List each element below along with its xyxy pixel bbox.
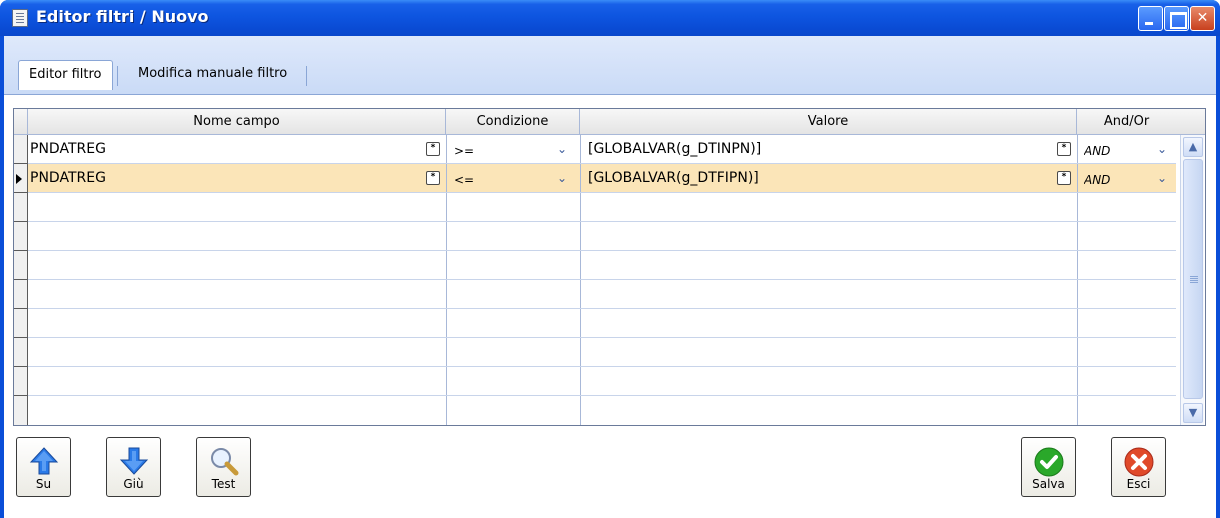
- esci-label: Esci: [1126, 477, 1151, 491]
- tab-editor-filtro[interactable]: Editor filtro: [18, 60, 113, 90]
- row-selector-header: [14, 109, 28, 135]
- column-header-nome-campo[interactable]: Nome campo: [28, 109, 446, 135]
- arrow-down-icon: [119, 447, 148, 475]
- row-divider: [28, 337, 1176, 338]
- row-divider: [28, 192, 1176, 193]
- chevron-down-icon[interactable]: ⌄: [554, 139, 570, 159]
- test-label: Test: [211, 477, 236, 491]
- column-header-valore[interactable]: Valore: [580, 109, 1077, 135]
- tab-separator: [117, 66, 118, 86]
- cell-value-row-1[interactable]: [GLOBALVAR(g_DTINPN)]: [588, 135, 1048, 163]
- row-selector-divider: [14, 366, 28, 367]
- cell-field-row-2[interactable]: PNDATREG: [30, 164, 420, 192]
- tab-modifica-manuale[interactable]: Modifica manuale filtro: [128, 60, 297, 90]
- magnifier-icon: [210, 448, 238, 476]
- row-divider: [28, 221, 1176, 222]
- row-selector-divider: [14, 395, 28, 396]
- chevron-down-icon[interactable]: ⌄: [1154, 168, 1170, 188]
- maximize-button[interactable]: [1164, 6, 1189, 31]
- scroll-up-button[interactable]: ▲: [1183, 137, 1203, 157]
- su-button[interactable]: Su: [16, 437, 71, 497]
- close-button[interactable]: ✕: [1190, 6, 1215, 31]
- window-title: Editor filtri / Nuovo: [36, 7, 209, 26]
- row-selector-divider: [14, 163, 28, 164]
- vertical-scrollbar[interactable]: ▲ ▼: [1180, 135, 1204, 425]
- giu-button[interactable]: Giù: [106, 437, 161, 497]
- chevron-down-icon[interactable]: ⌄: [1154, 139, 1170, 159]
- column-header-and-or[interactable]: And/Or: [1077, 109, 1176, 135]
- chevron-down-icon[interactable]: ⌄: [554, 168, 570, 188]
- cell-andor-row-1[interactable]: AND: [1084, 137, 1134, 165]
- close-icon: [1124, 447, 1153, 477]
- arrow-up-icon: [29, 447, 58, 475]
- row-divider: [28, 308, 1176, 309]
- ellipsis-icon[interactable]: *: [426, 171, 440, 185]
- salva-button[interactable]: Salva: [1021, 437, 1076, 497]
- title-bar[interactable]: Editor filtri / Nuovo ✕: [0, 0, 1220, 36]
- cell-field-row-1[interactable]: PNDATREG: [30, 135, 420, 163]
- row-selector-divider: [14, 279, 28, 280]
- ellipsis-icon[interactable]: *: [1057, 171, 1071, 185]
- ellipsis-icon[interactable]: *: [426, 142, 440, 156]
- client-area: Editor filtro Modifica manuale filtro No…: [4, 36, 1216, 518]
- cell-andor-row-2[interactable]: AND: [1084, 166, 1134, 194]
- cell-value-row-2[interactable]: [GLOBALVAR(g_DTFIPN)]: [588, 164, 1048, 192]
- grip-icon: [1190, 276, 1198, 277]
- minimize-button[interactable]: [1138, 6, 1163, 31]
- row-divider: [28, 395, 1176, 396]
- cell-condition-row-1[interactable]: >=: [454, 137, 550, 165]
- column-divider: [580, 135, 581, 425]
- scroll-down-button[interactable]: ▼: [1183, 403, 1203, 423]
- column-divider: [446, 135, 447, 425]
- row-selector-divider: [14, 221, 28, 222]
- su-label: Su: [35, 477, 52, 491]
- row-divider: [28, 366, 1176, 367]
- scroll-header-corner: [1176, 109, 1205, 135]
- cell-condition-row-2[interactable]: <=: [454, 166, 550, 194]
- giu-label: Giù: [123, 477, 144, 491]
- salva-label: Salva: [1032, 477, 1065, 491]
- row-divider: [28, 279, 1176, 280]
- column-divider: [1077, 135, 1078, 425]
- column-header-condizione[interactable]: Condizione: [446, 109, 580, 135]
- esci-button[interactable]: Esci: [1111, 437, 1166, 497]
- current-row-indicator-icon: [16, 174, 22, 184]
- tab-separator: [306, 66, 307, 86]
- row-divider: [28, 250, 1176, 251]
- filter-grid: Nome campo Condizione Valore And/Or PNDA…: [13, 108, 1206, 426]
- tab-strip: Editor filtro Modifica manuale filtro: [4, 36, 1216, 96]
- scroll-thumb[interactable]: [1183, 159, 1203, 399]
- test-button[interactable]: Test: [196, 437, 251, 497]
- window-document-icon: [12, 9, 28, 27]
- filter-editor-window: Editor filtri / Nuovo ✕ Editor filtro Mo…: [0, 0, 1220, 518]
- row-selector-divider: [14, 337, 28, 338]
- row-selector-divider: [14, 250, 28, 251]
- check-icon: [1034, 447, 1063, 477]
- ellipsis-icon[interactable]: *: [1057, 142, 1071, 156]
- row-selector-divider: [14, 308, 28, 309]
- row-selector-divider: [14, 192, 28, 193]
